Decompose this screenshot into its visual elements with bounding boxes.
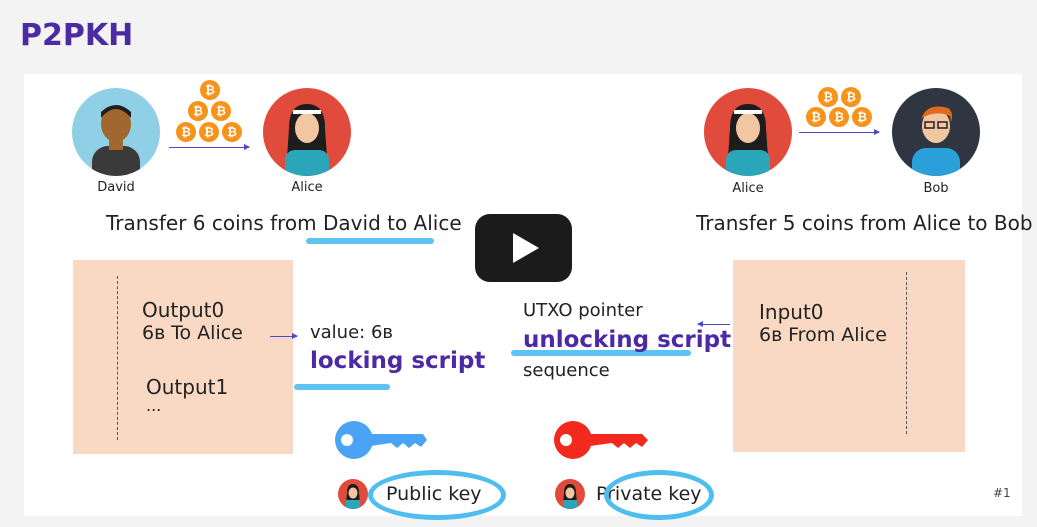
output1-ellipsis: ... (146, 396, 162, 415)
alice-name: Alice (732, 181, 764, 196)
alice-avatar (704, 88, 792, 176)
transfer-arrow-left (169, 144, 250, 150)
page-title: P2PKH (20, 18, 134, 53)
input-arrow (697, 321, 730, 327)
play-button[interactable] (475, 214, 572, 282)
bitcoin-icon: ₿ (222, 122, 242, 142)
bitcoin-icon: ₿ (199, 122, 219, 142)
highlight-stroke (306, 238, 434, 244)
inputs-box: Input0 6ʙ From Alice (733, 260, 965, 452)
caption-highlight: David to Alice (323, 211, 462, 235)
dashed-line (906, 272, 907, 434)
transfer-arrow-right (799, 129, 880, 135)
output0-title: Output0 (142, 298, 225, 322)
person-bob: Bob (892, 88, 980, 196)
bitcoin-icon: ₿ (188, 101, 208, 121)
alice-avatar-small (338, 479, 368, 509)
output0-detail: 6ʙ To Alice (142, 322, 243, 344)
caption-prefix: Transfer 6 coins from (106, 211, 324, 235)
bob-name: Bob (923, 181, 949, 196)
alice-avatar-small (555, 479, 585, 509)
left-transfer-caption: Transfer 6 coins from David to Alice (106, 211, 462, 235)
output-arrow (270, 333, 298, 339)
bitcoin-icon: ₿ (806, 107, 826, 127)
highlight-stroke (294, 384, 390, 390)
person-alice-right: Alice (704, 88, 792, 196)
input0-detail: 6ʙ From Alice (759, 324, 887, 346)
bob-avatar (892, 88, 980, 176)
private-key-icon (554, 421, 648, 459)
output-value: value: 6ʙ (310, 322, 393, 343)
bitcoin-icon: ₿ (818, 87, 838, 107)
alice-avatar (263, 88, 351, 176)
circle-annotation (368, 470, 506, 520)
alice-name: Alice (291, 180, 323, 195)
person-alice-left: Alice (263, 88, 351, 195)
locking-script: locking script (310, 348, 486, 374)
david-avatar (72, 88, 160, 176)
bitcoin-icon: ₿ (841, 87, 861, 107)
outputs-box: Output0 6ʙ To Alice Output1 ... (73, 260, 293, 454)
david-name: David (97, 180, 135, 195)
slide-number: #1 (993, 486, 1011, 500)
bitcoin-icon: ₿ (200, 80, 220, 100)
input0-title: Input0 (759, 300, 824, 324)
unlocking-script: unlocking script (523, 327, 732, 353)
public-key-icon (335, 421, 427, 459)
bitcoin-icon: ₿ (211, 101, 231, 121)
dashed-line (117, 276, 118, 440)
bitcoin-icon: ₿ (176, 122, 196, 142)
circle-annotation (604, 470, 714, 520)
person-david: David (72, 88, 160, 195)
bitcoin-icon: ₿ (829, 107, 849, 127)
utxo-pointer: UTXO pointer (523, 300, 643, 321)
slide-image: David ₿ ₿ ₿ ₿ ₿ ₿ Alice Transfer 6 coins… (24, 74, 1033, 520)
bitcoin-icon: ₿ (852, 107, 872, 127)
right-transfer-caption: Transfer 5 coins from Alice to Bob (696, 211, 1033, 235)
sequence: sequence (523, 360, 610, 381)
